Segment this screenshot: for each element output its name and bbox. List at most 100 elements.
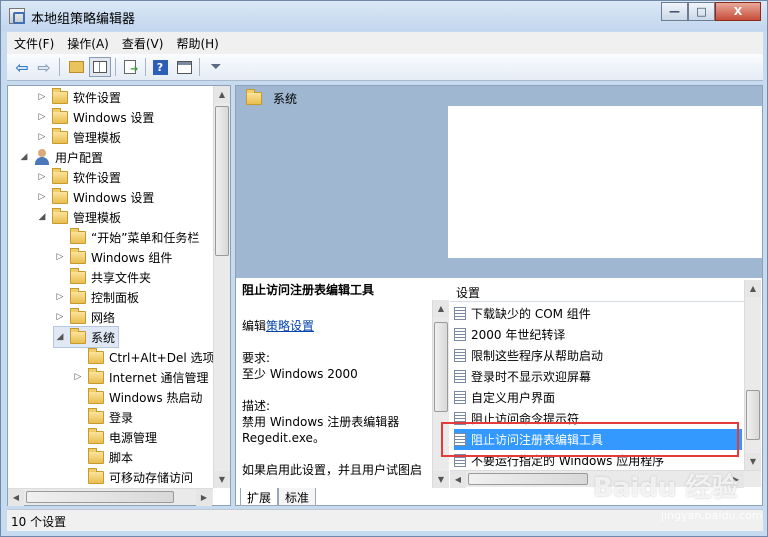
tree-item[interactable]: ▷ Windows 设置 <box>36 107 154 127</box>
tree-item[interactable]: 电源管理 <box>72 427 157 447</box>
tree-item[interactable]: 共享文件夹 <box>54 267 151 287</box>
description-text: 禁用 Windows 注册表编辑器 <box>242 415 400 429</box>
header-background <box>236 106 448 278</box>
edit-policy-link[interactable]: 策略设置 <box>266 319 314 333</box>
scroll-left-icon[interactable]: ◀ <box>8 489 24 506</box>
export-list-icon[interactable]: ➜ <box>119 57 141 77</box>
collapse-icon[interactable]: ◢ <box>18 152 30 162</box>
menu-action[interactable]: 操作(A) <box>60 35 115 52</box>
tree-item[interactable]: ▷ 控制面板 <box>54 287 139 307</box>
tree-item[interactable]: ▷ Internet 通信管理 <box>72 367 208 387</box>
up-folder-icon[interactable] <box>65 57 87 77</box>
expand-icon[interactable]: ▷ <box>54 252 66 262</box>
watermark-logo: Baidu 经验 <box>593 473 738 503</box>
tree-item[interactable]: ▷ Windows 组件 <box>54 247 172 267</box>
expand-icon[interactable]: ▷ <box>36 112 48 122</box>
folder-icon <box>70 227 86 244</box>
expand-icon[interactable]: ▷ <box>36 192 48 202</box>
properties-icon[interactable] <box>173 57 195 77</box>
folder-icon <box>88 347 104 364</box>
help-icon[interactable]: ? <box>149 57 171 77</box>
tree-item[interactable]: 脚本 <box>72 447 133 467</box>
setting-label: 自定义用户界面 <box>471 391 556 405</box>
tree-item[interactable]: ◢ 用户配置 <box>18 147 103 167</box>
scroll-left-icon[interactable]: ◀ <box>450 471 466 488</box>
tree-item[interactable]: Ctrl+Alt+Del 选项 <box>72 347 214 367</box>
tree-item[interactable]: 登录 <box>72 407 133 427</box>
setting-row[interactable]: 自定义用户界面 <box>454 387 742 408</box>
tree-vertical-scrollbar[interactable]: ▲ ▼ <box>213 86 230 488</box>
close-button[interactable]: X <box>715 2 761 21</box>
tree-item[interactable]: ▷ 网络 <box>54 307 115 327</box>
tree-horizontal-scrollbar[interactable]: ◀ ▶ <box>8 488 213 506</box>
folder-icon <box>52 87 68 104</box>
scroll-thumb[interactable] <box>26 491 174 503</box>
setting-icon <box>454 328 466 341</box>
setting-icon <box>454 349 466 362</box>
tree-item[interactable]: ▷ 软件设置 <box>36 167 121 187</box>
scroll-down-icon[interactable]: ▼ <box>745 453 761 470</box>
toolbar-separator <box>115 58 116 76</box>
show-tree-icon[interactable] <box>89 57 111 77</box>
setting-icon <box>454 370 466 383</box>
scroll-thumb[interactable] <box>468 473 588 485</box>
settings-column-header[interactable]: 设置 <box>450 280 744 302</box>
expand-icon[interactable]: ▷ <box>72 372 84 382</box>
scroll-up-icon[interactable]: ▲ <box>214 86 230 103</box>
description-scrollbar[interactable]: ▲ ▼ <box>432 300 449 488</box>
tree-item[interactable]: ◢ 管理模板 <box>36 207 121 227</box>
collapse-icon[interactable]: ◢ <box>54 332 66 342</box>
scroll-up-icon[interactable]: ▲ <box>745 280 761 297</box>
settings-vertical-scrollbar[interactable]: ▲ ▼ <box>744 280 761 470</box>
back-icon[interactable]: ⇦ <box>11 57 33 77</box>
menu-bar: 文件(F) 操作(A) 查看(V) 帮助(H) <box>7 32 763 54</box>
scroll-right-icon[interactable]: ▶ <box>196 489 212 506</box>
setting-label: 下载缺少的 COM 组件 <box>471 307 591 321</box>
expand-icon[interactable]: ▷ <box>54 292 66 302</box>
scroll-down-icon[interactable]: ▼ <box>214 471 230 488</box>
tree-item[interactable]: ▷ 管理模板 <box>36 127 121 147</box>
tree-item[interactable]: Windows 热启动 <box>72 387 202 407</box>
details-header: 系统 <box>236 86 762 106</box>
expand-icon[interactable]: ▷ <box>54 312 66 322</box>
requirement-value: 至少 Windows 2000 <box>242 367 358 381</box>
maximize-button[interactable]: □ <box>688 2 715 21</box>
scroll-thumb[interactable] <box>215 106 229 256</box>
setting-row[interactable]: 下载缺少的 COM 组件 <box>454 303 742 324</box>
menu-view[interactable]: 查看(V) <box>115 35 170 52</box>
tree-item[interactable]: 可移动存储访问 <box>72 467 193 487</box>
forward-icon[interactable]: ⇨ <box>33 57 55 77</box>
menu-file[interactable]: 文件(F) <box>7 35 60 52</box>
setting-label: 登录时不显示欢迎屏幕 <box>471 370 592 384</box>
folder-icon <box>88 467 104 484</box>
collapse-icon[interactable]: ◢ <box>36 212 48 222</box>
setting-row[interactable]: 2000 年世纪转译 <box>454 324 742 345</box>
folder-icon <box>70 267 86 284</box>
tree-item[interactable]: ▷ Windows 设置 <box>36 187 154 207</box>
app-window: 本地组策略编辑器 — □ X 文件(F) 操作(A) 查看(V) 帮助(H) ⇦… <box>0 0 768 537</box>
tab-standard[interactable]: 标准 <box>278 488 317 506</box>
tree-item[interactable]: ▷ 软件设置 <box>36 87 121 107</box>
window-controls: — □ X <box>661 2 761 22</box>
scroll-down-icon[interactable]: ▼ <box>433 471 449 488</box>
folder-icon <box>88 387 104 404</box>
scroll-thumb[interactable] <box>434 322 448 412</box>
current-folder: 系统 <box>246 89 297 107</box>
scroll-up-icon[interactable]: ▲ <box>433 300 449 317</box>
tree-item-label: 控制面板 <box>91 290 140 305</box>
requirement-label: 要求: <box>242 351 271 365</box>
tree-item-selected[interactable]: ◢ 系统 <box>52 326 120 348</box>
title-bar: 本地组策略编辑器 — □ X <box>1 1 767 31</box>
tree-item[interactable]: “开始”菜单和任务栏 <box>54 227 199 247</box>
scroll-thumb[interactable] <box>746 390 760 440</box>
setting-row[interactable]: 限制这些程序从帮助启动 <box>454 345 742 366</box>
tree-item-label: 登录 <box>109 410 134 425</box>
expand-icon[interactable]: ▷ <box>36 172 48 182</box>
tab-extended[interactable]: 扩展 <box>240 488 279 506</box>
menu-help[interactable]: 帮助(H) <box>169 35 224 52</box>
expand-icon[interactable]: ▷ <box>36 92 48 102</box>
setting-row[interactable]: 登录时不显示欢迎屏幕 <box>454 366 742 387</box>
expand-icon[interactable]: ▷ <box>36 132 48 142</box>
minimize-button[interactable]: — <box>661 2 688 21</box>
filter-icon[interactable]: ⏷ <box>205 57 227 77</box>
